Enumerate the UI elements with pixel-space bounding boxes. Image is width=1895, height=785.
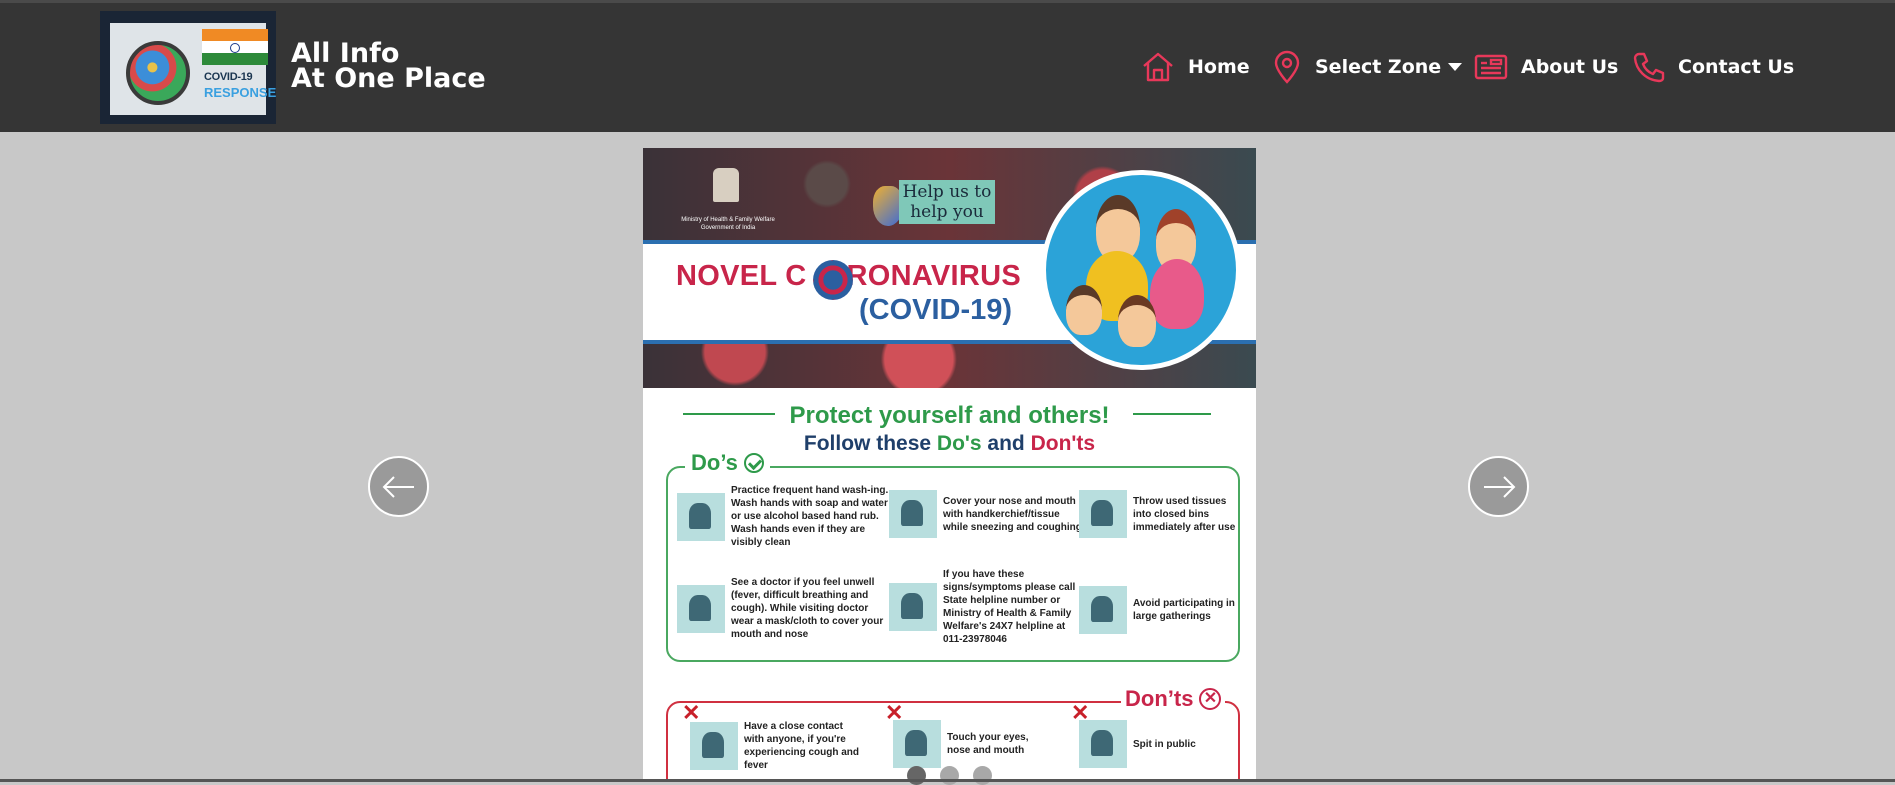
carousel-prev-button[interactable] <box>368 456 429 517</box>
phone-icon <box>1633 52 1665 83</box>
help-us-badge: Help us to help you <box>869 178 996 228</box>
dont-item: ✕ Have a close contact with anyone, if y… <box>682 700 860 772</box>
dont-item: ✕ Touch your eyes, nose and mouth <box>885 700 1053 768</box>
carousel-dot-2[interactable] <box>940 766 959 785</box>
dont-item: ✕ Spit in public <box>1071 700 1229 768</box>
boy-figure <box>1118 295 1156 347</box>
nav-contact-us-label: Contact Us <box>1678 56 1795 78</box>
protect-heading: Protect yourself and others! <box>789 402 1110 429</box>
logo-image: COVID-19 RESPONSE <box>110 23 276 115</box>
do-item-text: Cover your nose and mouth with handkerch… <box>943 495 1082 533</box>
nav-about-us-label: About Us <box>1521 56 1619 78</box>
help-us-text: Help us to help you <box>899 180 995 224</box>
girl-figure <box>1066 285 1102 335</box>
do-item: If you have these signs/symptoms please … <box>889 568 1085 646</box>
newspaper-icon <box>1474 54 1508 80</box>
close-contact-icon <box>690 722 738 770</box>
do-item-text: Practice frequent hand wash-ing. Wash ha… <box>731 485 889 548</box>
virus-icon <box>813 260 853 300</box>
brand-title[interactable]: All Info At One Place <box>291 40 486 94</box>
carousel-next-button[interactable] <box>1468 456 1529 517</box>
donts-title-text: Don’ts <box>1125 686 1194 711</box>
nav-home[interactable]: Home <box>1141 47 1250 87</box>
carousel-slide-covid-poster: Ministry of Health & Family Welfare Gove… <box>643 148 1256 782</box>
hand-wash-icon <box>677 492 725 541</box>
logo-text-line2: RESPONSE <box>204 85 276 100</box>
x-circle-icon: ✕ <box>1199 688 1222 710</box>
poster-subtitle: (COVID-19) <box>859 294 1013 326</box>
helpline-icon <box>889 583 937 631</box>
do-item: Cover your nose and mouth with handkerch… <box>889 490 1085 538</box>
dont-item-text: Spit in public <box>1133 738 1196 750</box>
follow-donts: Don'ts <box>1030 432 1096 455</box>
nav-about-us[interactable]: About Us <box>1474 47 1618 87</box>
top-navbar: COVID-19 RESPONSE All Info At One Place … <box>0 0 1895 132</box>
home-icon <box>1143 52 1173 82</box>
arrow-left-icon <box>382 475 414 498</box>
logo-text-line1: COVID-19 <box>204 71 253 83</box>
donts-title: Don’ts ✕ <box>1121 686 1226 712</box>
family-illustration <box>1041 170 1241 370</box>
arrow-right-icon <box>1483 475 1515 498</box>
do-item: Practice frequent hand wash-ing. Wash ha… <box>677 484 889 549</box>
do-item-text: If you have these signs/symptoms please … <box>943 569 1076 645</box>
site-logo[interactable]: COVID-19 RESPONSE <box>100 11 276 124</box>
dos-title-text: Do’s <box>691 450 738 475</box>
touch-face-icon <box>893 720 941 768</box>
globe-icon <box>126 41 190 105</box>
dos-title: Do’s <box>685 450 770 476</box>
poster-title-left: NOVEL C <box>676 260 807 292</box>
cover-mouth-icon <box>889 490 937 538</box>
do-item: Throw used tissues into closed bins imme… <box>1079 490 1239 538</box>
do-item: Avoid participating in large gatherings <box>1079 586 1239 634</box>
follow-and: and <box>981 432 1031 455</box>
national-emblem-icon <box>713 168 739 202</box>
nav-contact-us[interactable]: Contact Us <box>1633 47 1794 87</box>
do-item-text: See a doctor if you feel unwell (fever, … <box>731 577 884 640</box>
carousel-dot-1[interactable] <box>907 766 926 785</box>
doctor-icon <box>677 584 725 633</box>
dont-item-text: Touch your eyes, nose and mouth <box>947 732 1029 756</box>
mother-shirt <box>1150 259 1204 329</box>
map-pin-icon <box>1274 50 1300 84</box>
trash-bin-icon <box>1079 490 1127 538</box>
do-item-text: Avoid participating in large gatherings <box>1133 598 1235 622</box>
brand-line-2: At One Place <box>291 63 486 94</box>
poster-title-right: RONAVIRUS <box>846 260 1022 292</box>
dont-item-text: Have a close contact with anyone, if you… <box>744 721 860 771</box>
nav-home-label: Home <box>1188 56 1250 78</box>
nav-select-zone-label: Select Zone <box>1315 56 1442 78</box>
follow-dos: Do's <box>936 432 982 455</box>
check-circle-icon <box>743 453 764 473</box>
do-item-text: Throw used tissues into closed bins imme… <box>1133 495 1236 533</box>
ministry-label: Ministry of Health & Family Welfare Gove… <box>681 217 775 231</box>
do-item: See a doctor if you feel unwell (fever, … <box>677 576 889 641</box>
india-flag-icon <box>202 29 268 65</box>
spit-icon <box>1079 720 1127 768</box>
nav-select-zone[interactable]: Select Zone <box>1272 47 1463 87</box>
carousel-indicators <box>907 766 992 785</box>
crowd-icon <box>1079 586 1127 634</box>
follow-prefix: Follow these <box>803 432 937 455</box>
carousel-dot-3[interactable] <box>973 766 992 785</box>
chevron-down-icon <box>1448 63 1463 71</box>
